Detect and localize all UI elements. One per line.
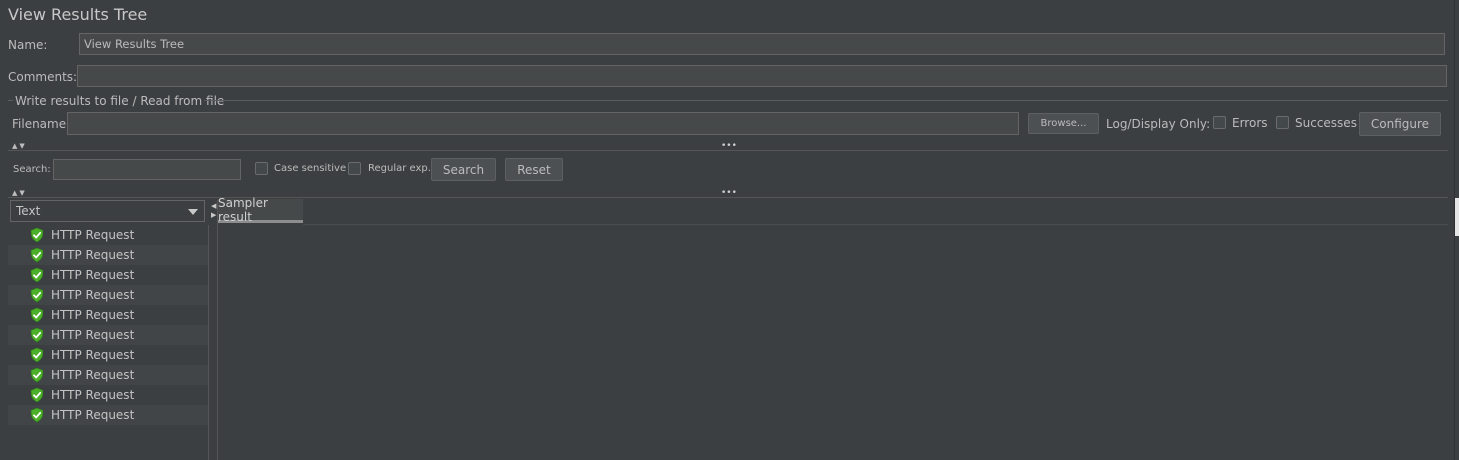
tree-item[interactable]: HTTP Request xyxy=(8,325,208,345)
tree-item-label: HTTP Request xyxy=(51,308,135,322)
reset-button[interactable]: Reset xyxy=(505,158,563,181)
vertical-divider-left xyxy=(208,225,209,460)
search-input[interactable] xyxy=(53,159,241,180)
log-display-only-label: Log/Display Only: xyxy=(1106,117,1211,131)
green-shield-check-icon xyxy=(30,387,44,403)
search-label: Search: xyxy=(13,164,51,175)
green-shield-check-icon xyxy=(30,227,44,243)
successes-checkbox[interactable] xyxy=(1276,116,1289,129)
tree-item[interactable]: HTTP Request xyxy=(8,225,208,245)
tree-item[interactable]: HTTP Request xyxy=(8,245,208,265)
vertical-divider-right xyxy=(217,200,218,460)
file-group-legend: Write results to file / Read from file xyxy=(15,94,225,108)
tree-item-label: HTTP Request xyxy=(51,288,135,302)
comments-label: Comments: xyxy=(8,70,78,84)
ellipsis-grip-icon[interactable]: ••• xyxy=(721,189,737,198)
tab-strip-underline xyxy=(303,224,1448,225)
renderer-select-value: Text xyxy=(16,204,41,218)
green-shield-check-icon xyxy=(30,267,44,283)
tree-item-label: HTTP Request xyxy=(51,268,135,282)
sampler-result-content xyxy=(219,226,1455,460)
tree-item[interactable]: HTTP Request xyxy=(8,405,208,425)
tree-item-label: HTTP Request xyxy=(51,388,135,402)
tab-sampler-result[interactable]: Sampler result xyxy=(218,195,303,224)
tree-item[interactable]: HTTP Request xyxy=(8,345,208,365)
panel-title: View Results Tree xyxy=(8,5,148,24)
tab-sampler-result-label: Sampler result xyxy=(218,195,268,224)
tree-item-label: HTTP Request xyxy=(51,348,135,362)
errors-checkbox[interactable] xyxy=(1213,116,1226,129)
green-shield-check-icon xyxy=(30,307,44,323)
green-shield-check-icon xyxy=(30,327,44,343)
green-shield-check-icon xyxy=(30,287,44,303)
right-edge-highlight xyxy=(1455,198,1459,236)
filename-field[interactable] xyxy=(67,112,1019,135)
tree-item-label: HTTP Request xyxy=(51,408,135,422)
filename-label: Filename xyxy=(12,117,67,131)
tree-item[interactable]: HTTP Request xyxy=(8,365,208,385)
file-group-border-left xyxy=(8,100,13,101)
green-shield-check-icon xyxy=(30,247,44,263)
name-field[interactable] xyxy=(79,33,1445,55)
errors-label: Errors xyxy=(1232,116,1268,130)
regular-exp-checkbox[interactable] xyxy=(348,162,361,175)
tree-item-label: HTTP Request xyxy=(51,328,135,342)
tree-item-label: HTTP Request xyxy=(51,248,135,262)
file-group-border-right xyxy=(204,100,1448,101)
case-sensitive-label: Case sensitive xyxy=(274,163,347,174)
green-shield-check-icon xyxy=(30,367,44,383)
tree-item-label: HTTP Request xyxy=(51,228,135,242)
case-sensitive-checkbox[interactable] xyxy=(255,162,268,175)
view-results-tree-panel: View Results Tree Name: Comments: Write … xyxy=(0,0,1459,460)
regular-exp-label: Regular exp. xyxy=(368,163,431,174)
name-label: Name: xyxy=(8,38,48,52)
chevron-down-icon xyxy=(188,209,198,215)
tree-item-label: HTTP Request xyxy=(51,368,135,382)
browse-button[interactable]: Browse... xyxy=(1028,113,1099,134)
ellipsis-grip-icon[interactable]: ••• xyxy=(721,142,737,151)
search-button[interactable]: Search xyxy=(431,158,496,181)
successes-label: Successes xyxy=(1295,116,1357,130)
expand-collapse-arrows-icon[interactable]: ◀ ▶ xyxy=(211,202,216,220)
tree-item[interactable]: HTTP Request xyxy=(8,265,208,285)
comments-field[interactable] xyxy=(77,65,1447,87)
tree-item[interactable]: HTTP Request xyxy=(8,305,208,325)
renderer-select[interactable]: Text xyxy=(10,200,205,222)
collapse-arrows-icon[interactable]: ▲▼ xyxy=(12,143,27,150)
tree-item[interactable]: HTTP Request xyxy=(8,385,208,405)
configure-button[interactable]: Configure xyxy=(1359,112,1441,136)
green-shield-check-icon xyxy=(30,407,44,423)
green-shield-check-icon xyxy=(30,347,44,363)
collapse-arrows-icon[interactable]: ▲▼ xyxy=(12,190,27,197)
tree-item[interactable]: HTTP Request xyxy=(8,285,208,305)
split-divider xyxy=(8,150,1448,151)
